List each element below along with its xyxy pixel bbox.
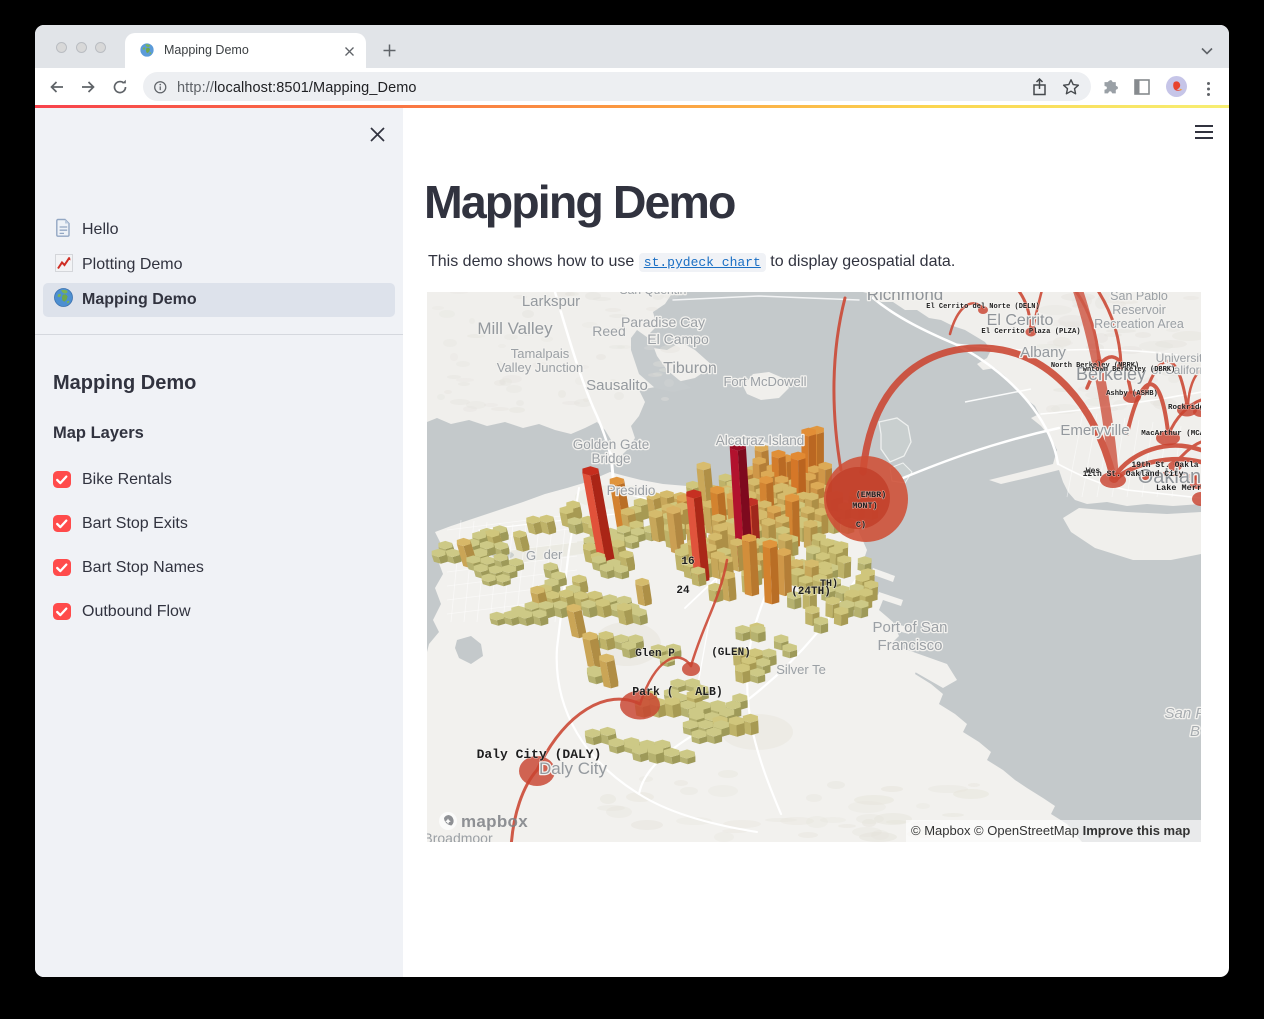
svg-text:San Pablo: San Pablo xyxy=(1110,292,1168,303)
svg-text:wntown Berkeley (DBRK): wntown Berkeley (DBRK) xyxy=(1083,366,1175,374)
svg-text:(EMBR): (EMBR) xyxy=(856,490,887,500)
svg-text:Glen P: Glen P xyxy=(635,648,675,660)
svg-text:ALB): ALB) xyxy=(695,686,723,699)
svg-text:Golden Gate: Golden Gate xyxy=(573,437,650,452)
svg-text:Alcatraz Island: Alcatraz Island xyxy=(716,433,805,448)
svg-text:El Cerrito del Norte (DELN): El Cerrito del Norte (DELN) xyxy=(926,303,1039,311)
svg-text:Presidio: Presidio xyxy=(607,483,656,498)
svg-text:Sausalito: Sausalito xyxy=(586,377,648,394)
svg-text:Port of San: Port of San xyxy=(872,619,947,636)
svg-text:Park (: Park ( xyxy=(632,686,673,699)
svg-text:El Cerrito Plaza (PLZA): El Cerrito Plaza (PLZA) xyxy=(981,328,1080,336)
svg-text:Reservoir: Reservoir xyxy=(1112,303,1166,317)
svg-text:(24TH): (24TH) xyxy=(791,586,831,598)
svg-text:B: B xyxy=(1190,723,1200,740)
svg-text:Recreation Area: Recreation Area xyxy=(1094,317,1184,331)
svg-text:MONT): MONT) xyxy=(852,501,878,511)
svg-text:© Mapbox © OpenStreetMap Impr: © Mapbox © OpenStreetMap Improve this ma… xyxy=(911,823,1190,838)
svg-text:(GLEN): (GLEN) xyxy=(711,647,751,659)
svg-text:Tiburon: Tiburon xyxy=(663,360,717,377)
svg-text:Larkspur: Larkspur xyxy=(522,293,580,310)
svg-text:El Campo: El Campo xyxy=(647,331,709,347)
svg-text:Mill Valley: Mill Valley xyxy=(477,319,553,338)
svg-text:Wes: Wes xyxy=(1086,467,1101,476)
svg-text:MacArthur (MCAR: MacArthur (MCAR xyxy=(1141,430,1201,438)
svg-text:Emeryville: Emeryville xyxy=(1060,422,1129,439)
svg-text:G: G xyxy=(526,548,536,563)
svg-text:mapbox: mapbox xyxy=(461,812,528,831)
svg-text:der: der xyxy=(544,547,563,562)
svg-text:19th St. Oakla: 19th St. Oakla xyxy=(1131,461,1198,470)
svg-text:Daly City (DALY): Daly City (DALY) xyxy=(477,747,602,762)
svg-text:Lake Merr: Lake Merr xyxy=(1156,483,1201,493)
svg-text:El Cerrito: El Cerrito xyxy=(987,312,1054,329)
svg-text:24: 24 xyxy=(676,585,690,597)
svg-text:Valley Junction: Valley Junction xyxy=(497,360,583,375)
svg-text:16: 16 xyxy=(681,556,694,568)
svg-text:Albany: Albany xyxy=(1020,344,1066,361)
svg-text:San Quentin: San Quentin xyxy=(620,292,687,297)
svg-text:Paradise Cay: Paradise Cay xyxy=(621,314,705,330)
svg-text:Francisco: Francisco xyxy=(877,637,942,654)
svg-text:San Fr: San Fr xyxy=(1164,705,1201,722)
svg-text:Rockridge (R: Rockridge (R xyxy=(1168,404,1201,412)
svg-text:Broadmoor: Broadmoor xyxy=(427,830,493,842)
svg-text:Tamalpais: Tamalpais xyxy=(511,346,570,361)
svg-text:Silver Te: Silver Te xyxy=(776,662,826,677)
svg-text:C): C) xyxy=(856,520,866,530)
svg-text:Ashby (ASHB): Ashby (ASHB) xyxy=(1106,390,1158,398)
svg-text:Bridge: Bridge xyxy=(591,451,630,466)
svg-text:Fort McDowell: Fort McDowell xyxy=(723,374,806,389)
